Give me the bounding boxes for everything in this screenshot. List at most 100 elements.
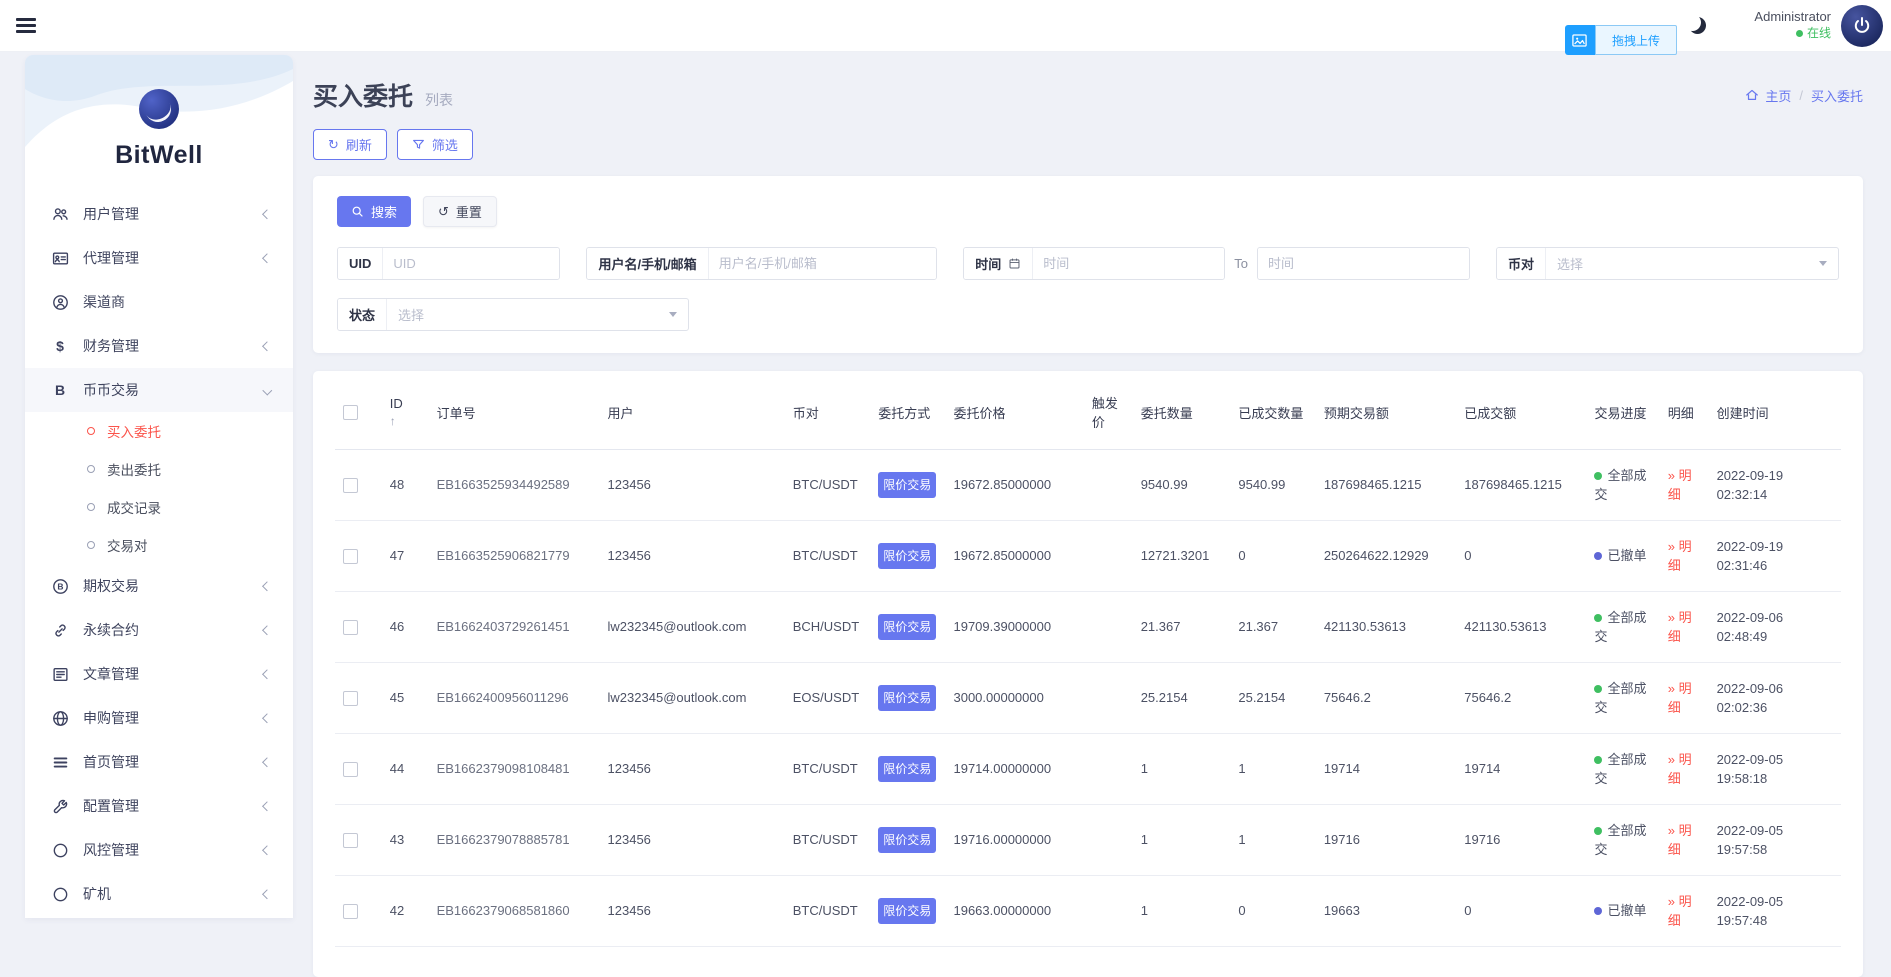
cell-order-no: EB1662400956011296	[428, 662, 600, 734]
dark-mode-moon-icon[interactable]	[1689, 17, 1706, 34]
cell-status: 全部成交	[1586, 662, 1662, 734]
chevron-down-icon	[263, 385, 273, 395]
detail-link[interactable]: » 明细	[1668, 610, 1692, 645]
col-header-pair: 币对	[784, 375, 871, 450]
row-checkbox[interactable]	[343, 833, 358, 849]
detail-link[interactable]: » 明细	[1668, 823, 1692, 858]
status-dot	[1594, 826, 1603, 835]
user-name: Administrator	[1754, 9, 1831, 25]
cell-filled: 0	[1230, 520, 1316, 592]
bullet-icon	[87, 541, 95, 549]
row-checkbox[interactable]	[343, 549, 358, 565]
sidebar-item-config-management[interactable]: 配置管理	[25, 784, 293, 828]
detail-link[interactable]: » 明细	[1668, 539, 1692, 574]
user-label: 用户名/手机/邮箱	[587, 248, 709, 279]
uid-input[interactable]	[383, 248, 560, 279]
sidebar-subitem-trading-pairs[interactable]: 交易对	[25, 526, 293, 564]
cell-status: 全部成交	[1586, 449, 1662, 521]
cell-id: 42	[381, 875, 429, 947]
sidebar-item-subscription-management[interactable]: 申购管理	[25, 696, 293, 740]
funnel-icon	[412, 139, 424, 149]
time-filter-group: 时间 To	[963, 247, 1471, 280]
sidebar-item-coin-trading[interactable]: B 币币交易	[25, 368, 293, 412]
cell-created: 2022-09-06 02:48:49	[1708, 591, 1841, 663]
order-type-badge: 限价交易	[878, 614, 937, 640]
cell-id: 47	[381, 520, 429, 592]
pair-select[interactable]: 选择	[1546, 248, 1838, 279]
cell-trigger	[1083, 520, 1133, 592]
cell-user: 123456	[599, 449, 785, 521]
cell-filled: 1	[1230, 804, 1316, 876]
filter-button[interactable]: 筛选	[396, 129, 473, 160]
uid-label: UID	[338, 248, 384, 279]
col-header-id[interactable]: ID ↑	[381, 375, 429, 450]
detail-link[interactable]: » 明细	[1668, 752, 1692, 787]
cell-filled: 1	[1230, 733, 1316, 805]
status-label: 状态	[338, 299, 388, 330]
order-type-badge: 限价交易	[878, 898, 937, 924]
sidebar-item-perpetual-contracts[interactable]: 永续合约	[25, 608, 293, 652]
time-start-input[interactable]	[1033, 248, 1225, 279]
user-info[interactable]: Administrator 在线	[1754, 9, 1831, 41]
search-button[interactable]: 搜索	[337, 196, 412, 227]
detail-link[interactable]: » 明细	[1668, 468, 1692, 503]
sidebar-item-finance-management[interactable]: $ 财务管理	[25, 324, 293, 368]
hamburger-menu-icon[interactable]	[16, 15, 36, 37]
row-checkbox[interactable]	[343, 904, 358, 920]
cell-amount: 12721.3201	[1132, 520, 1231, 592]
cell-pair: BTC/USDT	[784, 733, 871, 805]
cell-filled: 0	[1230, 875, 1316, 947]
row-checkbox[interactable]	[343, 762, 358, 778]
cell-user: lw232345@outlook.com	[599, 591, 785, 663]
pair-filter-group: 币对 选择	[1496, 247, 1839, 280]
table-row: 44 EB1662379098108481 123456 BTC/USDT 限价…	[335, 733, 1841, 805]
sidebar-item-homepage-management[interactable]: 首页管理	[25, 740, 293, 784]
user-circle-icon	[51, 294, 69, 311]
reset-button[interactable]: ↺ 重置	[423, 196, 497, 227]
submenu-coin-trading: 买入委托 卖出委托 成交记录 交易对	[25, 412, 293, 564]
breadcrumb-home[interactable]: 主页	[1765, 86, 1791, 105]
status-select[interactable]: 选择	[387, 299, 688, 330]
row-checkbox[interactable]	[343, 620, 358, 636]
detail-link[interactable]: » 明细	[1668, 894, 1692, 929]
row-checkbox[interactable]	[343, 478, 358, 494]
brand[interactable]: BitWell	[25, 55, 293, 170]
cell-status: 全部成交	[1586, 591, 1662, 663]
col-header-created: 创建时间	[1708, 375, 1841, 450]
refresh-button[interactable]: ↻ 刷新	[313, 129, 387, 160]
status-dot	[1594, 552, 1603, 561]
select-all-checkbox[interactable]	[343, 405, 358, 421]
cell-price: 19709.39000000	[945, 591, 1084, 663]
uid-filter-group: UID	[337, 247, 561, 280]
avatar[interactable]	[1841, 4, 1883, 47]
sidebar-subitem-buy-orders[interactable]: 买入委托	[25, 412, 293, 450]
users-icon	[51, 206, 69, 223]
sidebar-item-article-management[interactable]: 文章管理	[25, 652, 293, 696]
cell-trigger	[1083, 733, 1133, 805]
search-panel: 搜索 ↺ 重置 UID 用户名/手机/邮箱 时间	[313, 176, 1863, 353]
table-row: 43 EB1662379078885781 123456 BTC/USDT 限价…	[335, 804, 1841, 876]
sidebar-item-options-trading[interactable]: B 期权交易	[25, 564, 293, 608]
sidebar-item-user-management[interactable]: 用户管理	[25, 192, 293, 236]
caret-down-icon	[1819, 261, 1827, 266]
order-type-badge: 限价交易	[878, 827, 937, 853]
drag-upload-button[interactable]: 拖拽上传	[1594, 25, 1677, 55]
breadcrumb-current[interactable]: 买入委托	[1811, 86, 1863, 105]
sidebar-subitem-trade-records[interactable]: 成交记录	[25, 488, 293, 526]
sidebar-item-channel[interactable]: 渠道商	[25, 280, 293, 324]
row-checkbox[interactable]	[343, 691, 358, 707]
sidebar-item-mining[interactable]: 矿机	[25, 872, 293, 916]
time-end-input[interactable]	[1258, 248, 1470, 279]
globe-icon	[51, 710, 69, 727]
sidebar-item-risk-management[interactable]: 风控管理	[25, 828, 293, 872]
cell-expected: 421130.53613	[1315, 591, 1457, 663]
time-to-label: To	[1234, 256, 1249, 271]
detail-link[interactable]: » 明细	[1668, 681, 1692, 716]
cell-user: lw232345@outlook.com	[599, 662, 785, 734]
circle-icon	[51, 842, 69, 859]
sidebar-subitem-sell-orders[interactable]: 卖出委托	[25, 450, 293, 488]
sidebar-item-agent-management[interactable]: 代理管理	[25, 236, 293, 280]
upload-image-icon[interactable]	[1564, 25, 1595, 55]
calendar-icon	[1009, 258, 1020, 269]
user-input[interactable]	[708, 248, 937, 279]
